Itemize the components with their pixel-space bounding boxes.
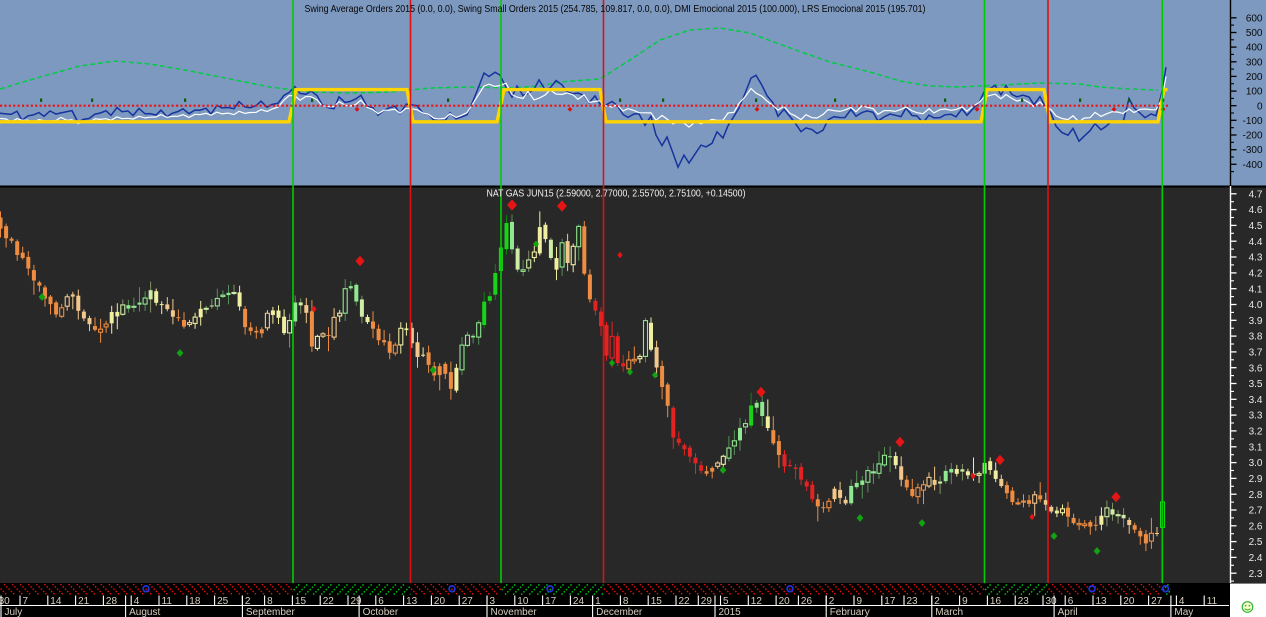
svg-text:0: 0 [1257,101,1263,112]
svg-text:3: 3 [490,596,496,607]
svg-text:26: 26 [801,596,813,607]
svg-text:24: 24 [573,596,585,607]
svg-text:2: 2 [934,596,940,607]
svg-text:100: 100 [1246,87,1263,98]
svg-text:20: 20 [1123,596,1135,607]
svg-text:300: 300 [1246,57,1263,68]
svg-text:23: 23 [1018,596,1030,607]
svg-text:2.3: 2.3 [1249,569,1263,580]
svg-text:20: 20 [779,596,791,607]
svg-text:February: February [830,607,870,617]
svg-text:15: 15 [295,596,307,607]
svg-text:4: 4 [1179,596,1185,607]
svg-text:7: 7 [23,596,29,607]
svg-text:2.5: 2.5 [1249,537,1263,548]
svg-text:4.4: 4.4 [1249,237,1263,248]
svg-text:15: 15 [651,596,663,607]
svg-text:4: 4 [134,596,140,607]
svg-text:4.0: 4.0 [1249,300,1263,311]
svg-text:500: 500 [1246,28,1263,39]
svg-text:22: 22 [323,596,335,607]
svg-text:3.5: 3.5 [1249,379,1263,390]
svg-text:27: 27 [462,596,474,607]
svg-text:6: 6 [378,596,384,607]
svg-text:2.8: 2.8 [1249,490,1263,501]
svg-text:30: 30 [1046,596,1058,607]
svg-text:18: 18 [189,596,201,607]
svg-text:3.7: 3.7 [1249,348,1263,359]
svg-text:11: 11 [1207,596,1218,607]
svg-text:9: 9 [857,596,863,607]
svg-text:2.4: 2.4 [1249,553,1263,564]
svg-text:2015: 2015 [719,607,742,617]
svg-text:4.6: 4.6 [1249,205,1263,216]
svg-text:Swing Average Orders 2015 (0.0: Swing Average Orders 2015 (0.0, 0.0), Sw… [305,3,926,15]
svg-text:600: 600 [1246,13,1263,24]
svg-text:September: September [246,607,296,617]
svg-text:27: 27 [1151,596,1163,607]
svg-text:October: October [363,607,399,617]
svg-text:29: 29 [351,596,363,607]
svg-text:2: 2 [829,596,835,607]
svg-text:NAT GAS JUN15 (2.59000, 2.7700: NAT GAS JUN15 (2.59000, 2.77000, 2.55700… [487,188,746,200]
svg-text:4.2: 4.2 [1249,269,1263,280]
svg-text:13: 13 [406,596,418,607]
svg-text:10: 10 [517,596,529,607]
svg-text:April: April [1058,607,1078,617]
svg-text:17: 17 [545,596,557,607]
svg-text:-100: -100 [1242,116,1262,127]
svg-text:29: 29 [701,596,713,607]
svg-text:16: 16 [990,596,1002,607]
svg-text:200: 200 [1246,72,1263,83]
svg-text:December: December [596,607,643,617]
svg-text:May: May [1174,607,1193,617]
svg-text:17: 17 [884,596,896,607]
svg-text:August: August [129,607,160,617]
svg-text:2: 2 [245,596,251,607]
svg-text:2.7: 2.7 [1249,506,1263,517]
svg-text:3.3: 3.3 [1249,411,1263,422]
svg-text:-200: -200 [1242,131,1262,142]
svg-text:2.6: 2.6 [1249,521,1263,532]
svg-text:9: 9 [962,596,968,607]
svg-text:5: 5 [723,596,729,607]
svg-text:3.8: 3.8 [1249,332,1263,343]
svg-text:25: 25 [217,596,229,607]
svg-text:14: 14 [50,596,62,607]
svg-text:400: 400 [1246,43,1263,54]
svg-text:-300: -300 [1242,145,1262,156]
svg-text:22: 22 [679,596,691,607]
svg-text:3.2: 3.2 [1249,427,1263,438]
svg-text:28: 28 [106,596,118,607]
svg-text:12: 12 [751,596,763,607]
svg-text:3.4: 3.4 [1249,395,1263,406]
svg-text:3.1: 3.1 [1249,442,1263,453]
svg-text:8: 8 [623,596,629,607]
svg-text:11: 11 [162,596,173,607]
svg-text:-400: -400 [1242,160,1262,171]
svg-text:8: 8 [267,596,273,607]
svg-text:4.1: 4.1 [1249,284,1263,295]
svg-text:6: 6 [1068,596,1074,607]
svg-text:3.6: 3.6 [1249,363,1263,374]
svg-text:23: 23 [907,596,919,607]
svg-text:1: 1 [595,596,601,607]
svg-text:November: November [491,607,538,617]
svg-text:2.9: 2.9 [1249,474,1263,485]
svg-text:13: 13 [1096,596,1108,607]
svg-text:4.7: 4.7 [1249,189,1263,200]
svg-text:July: July [5,607,23,617]
svg-text:3.0: 3.0 [1249,458,1263,469]
svg-text:21: 21 [78,596,90,607]
svg-text:4.3: 4.3 [1249,253,1263,264]
svg-text:3.9: 3.9 [1249,316,1263,327]
svg-text:4.5: 4.5 [1249,221,1263,232]
svg-text:March: March [935,607,963,617]
svg-text:20: 20 [434,596,446,607]
